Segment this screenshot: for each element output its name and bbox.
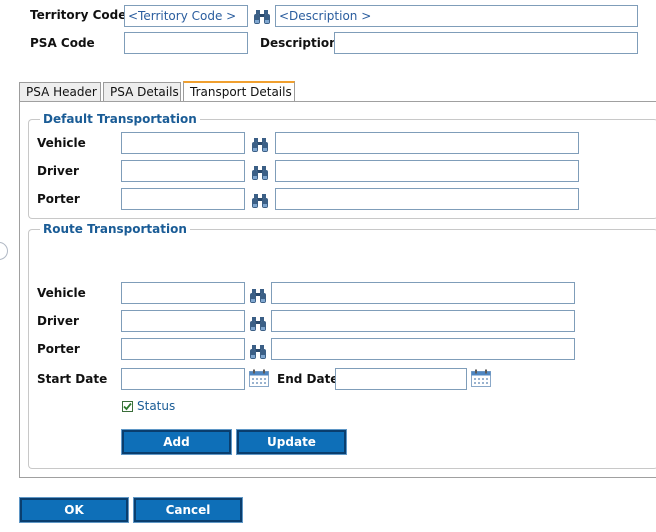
route-vehicle-label: Vehicle (37, 286, 86, 300)
default-vehicle-binoculars-icon[interactable] (251, 137, 269, 153)
ok-button[interactable]: OK (19, 497, 129, 523)
territory-code-label: Territory Code (30, 8, 127, 22)
checkmark-icon (123, 402, 132, 411)
territory-code-input[interactable] (124, 5, 248, 27)
route-driver-binoculars-icon[interactable] (249, 316, 267, 332)
route-vehicle-binoculars-icon[interactable] (249, 288, 267, 304)
tab-psa-details[interactable]: PSA Details (103, 82, 181, 101)
tab-transport-details[interactable]: Transport Details (183, 81, 295, 101)
status-checkbox[interactable] (122, 401, 133, 412)
status-label: Status (137, 399, 176, 413)
territory-lookup-binoculars-icon[interactable] (253, 9, 271, 25)
default-driver-description-input[interactable] (275, 160, 579, 182)
end-date-calendar-icon[interactable] (471, 369, 491, 387)
territory-description-input[interactable] (275, 5, 638, 27)
cancel-button[interactable]: Cancel (133, 497, 243, 523)
route-porter-code-input[interactable] (121, 338, 245, 360)
description-label: Description (260, 36, 338, 50)
default-vehicle-label: Vehicle (37, 136, 86, 150)
route-porter-binoculars-icon[interactable] (249, 344, 267, 360)
route-transportation-legend: Route Transportation (40, 222, 190, 236)
default-transportation-legend: Default Transportation (40, 112, 200, 126)
start-date-input[interactable] (121, 368, 245, 390)
default-vehicle-code-input[interactable] (121, 132, 245, 154)
route-driver-code-input[interactable] (121, 310, 245, 332)
route-porter-description-input[interactable] (271, 338, 575, 360)
description-input[interactable] (334, 32, 638, 54)
end-date-label: End Date (277, 372, 339, 386)
default-porter-label: Porter (37, 192, 80, 206)
route-vehicle-description-input[interactable] (271, 282, 575, 304)
edge-scroll-handle[interactable] (0, 242, 8, 260)
start-date-calendar-icon[interactable] (249, 369, 269, 387)
default-driver-code-input[interactable] (121, 160, 245, 182)
route-driver-label: Driver (37, 314, 79, 328)
default-driver-binoculars-icon[interactable] (251, 165, 269, 181)
route-driver-description-input[interactable] (271, 310, 575, 332)
add-button[interactable]: Add (121, 429, 232, 455)
start-date-label: Start Date (37, 372, 108, 386)
psa-code-input[interactable] (124, 32, 248, 54)
route-porter-label: Porter (37, 342, 80, 356)
default-porter-code-input[interactable] (121, 188, 245, 210)
route-vehicle-code-input[interactable] (121, 282, 245, 304)
default-porter-description-input[interactable] (275, 188, 579, 210)
default-driver-label: Driver (37, 164, 79, 178)
end-date-input[interactable] (335, 368, 467, 390)
default-vehicle-description-input[interactable] (275, 132, 579, 154)
tab-psa-header[interactable]: PSA Header (19, 82, 101, 101)
psa-code-label: PSA Code (30, 36, 95, 50)
default-porter-binoculars-icon[interactable] (251, 193, 269, 209)
update-button[interactable]: Update (236, 429, 347, 455)
